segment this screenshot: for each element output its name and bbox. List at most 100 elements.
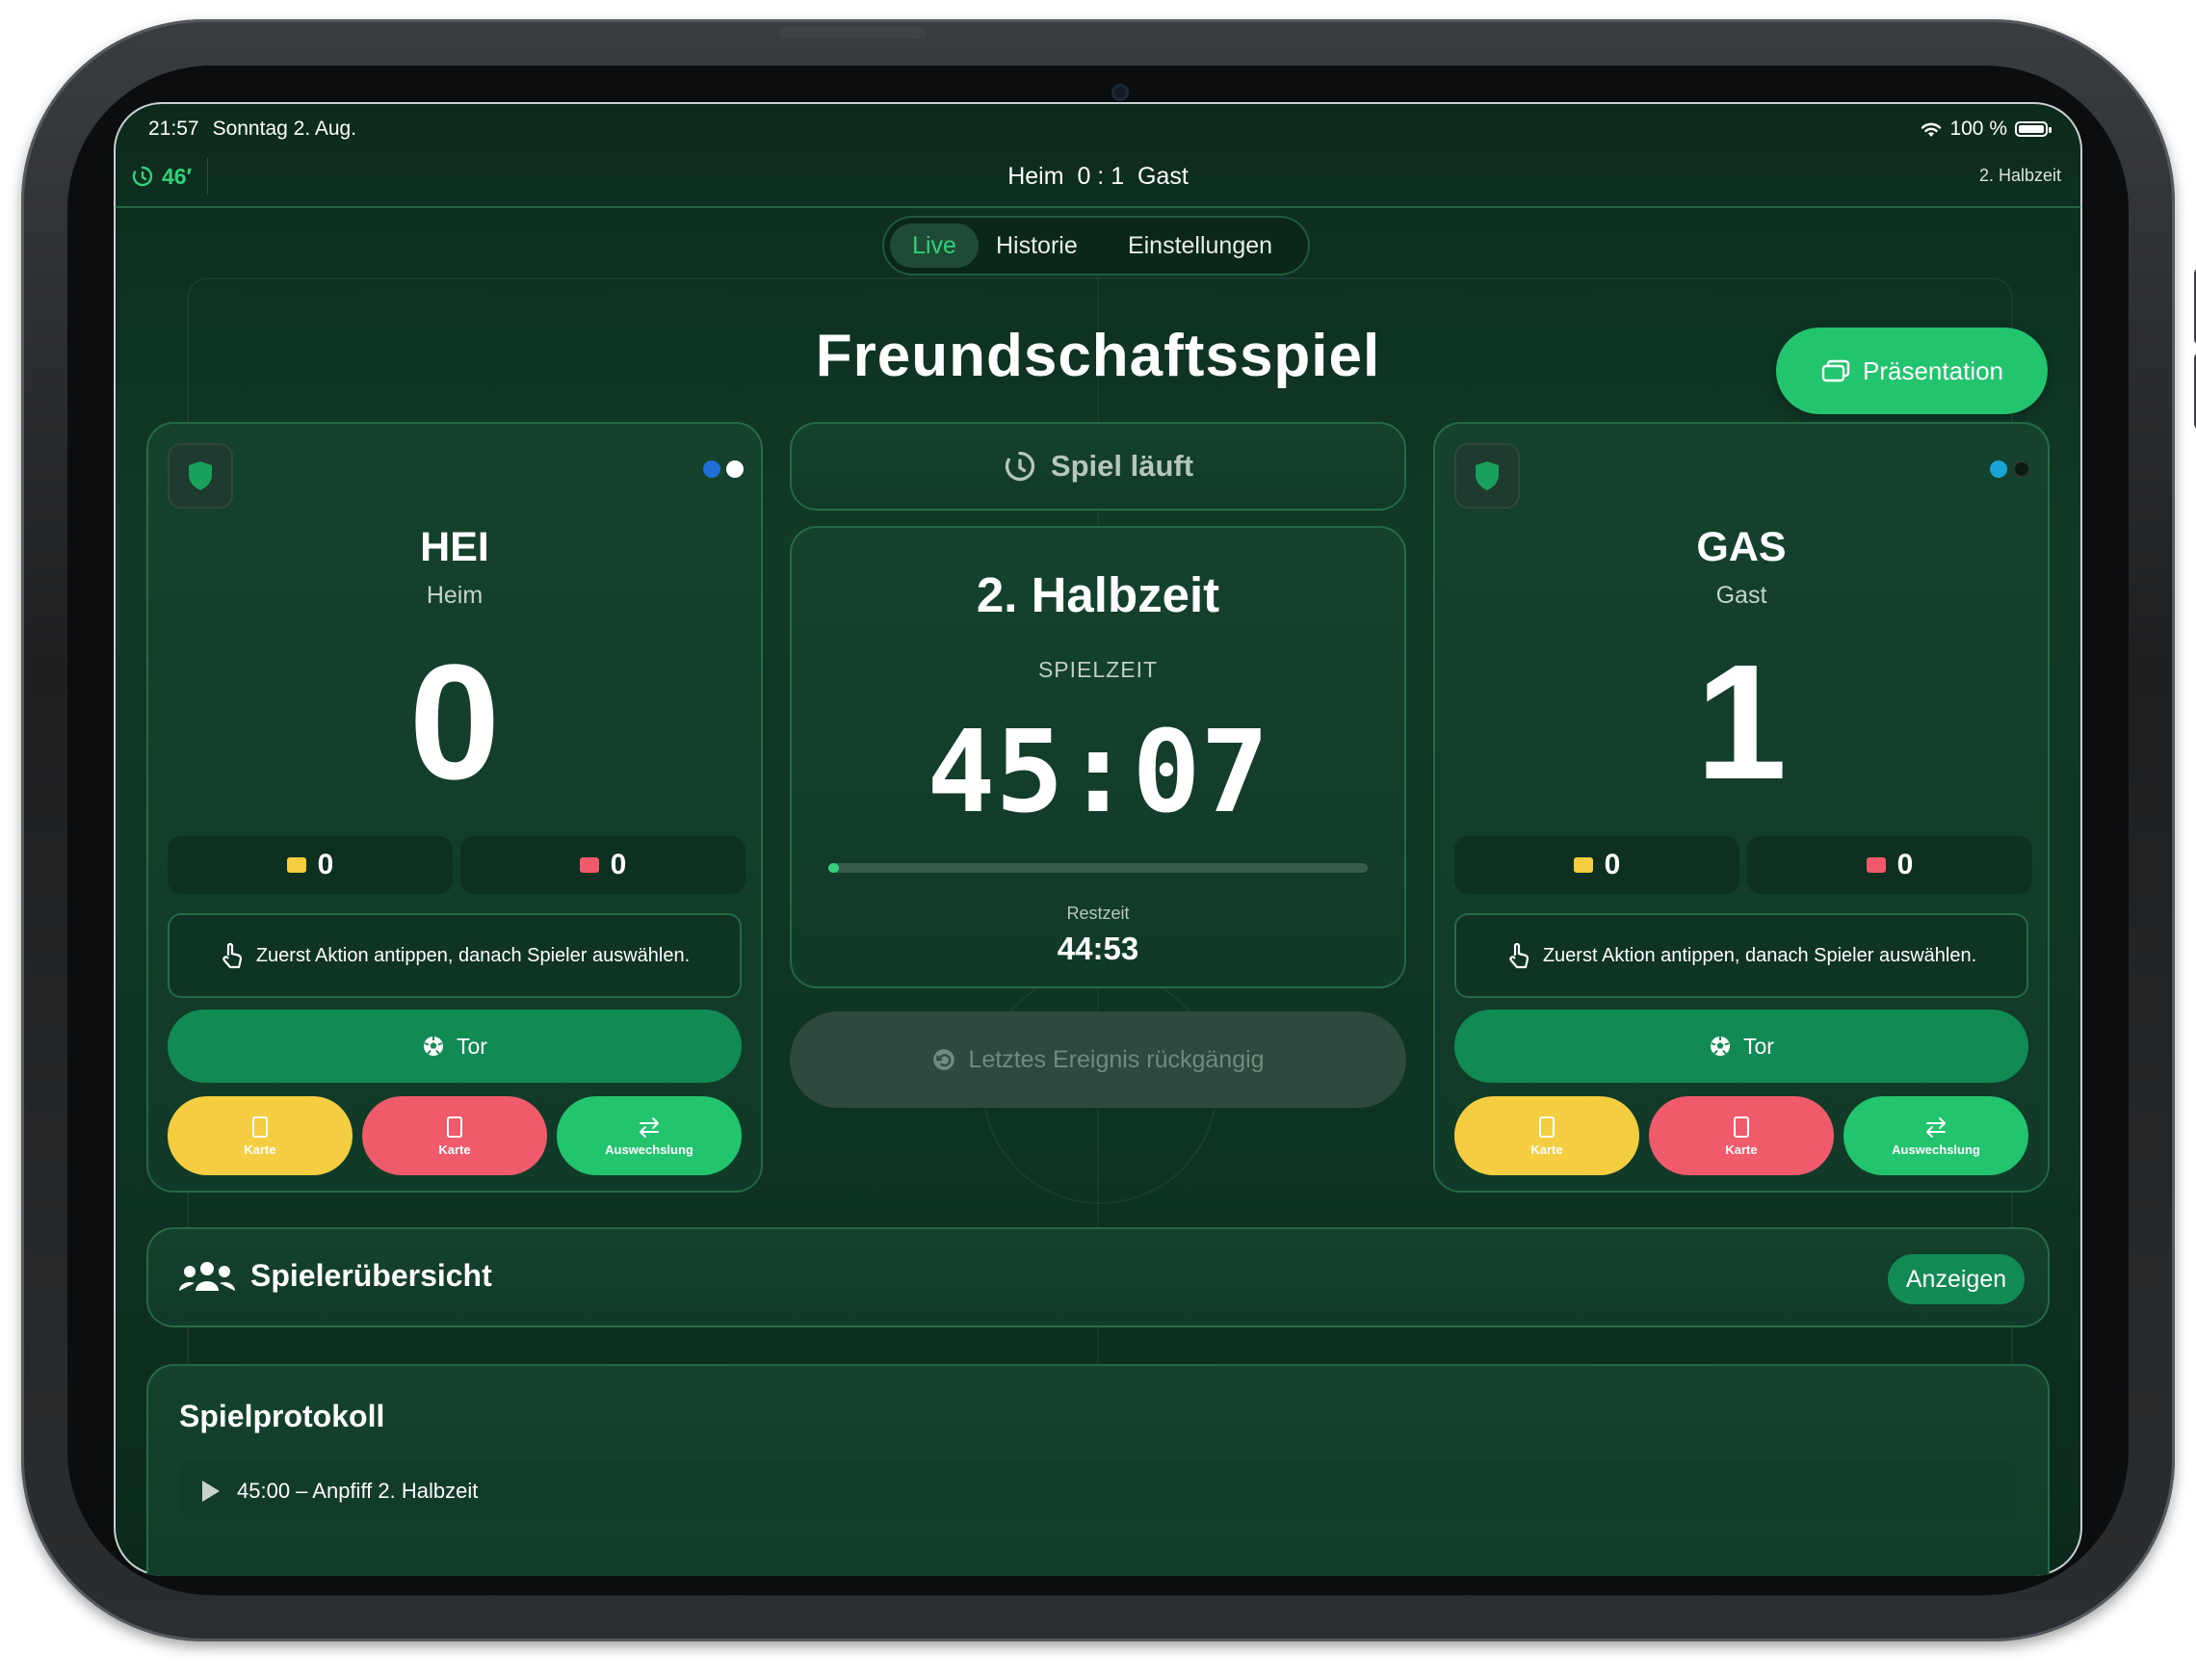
app-screen: 21:57 Sonntag 2. Aug. 100 % 46′ Heim 0 :… [114, 102, 2082, 1576]
player-overview-title: Spielerübersicht [250, 1258, 492, 1293]
tap-icon [222, 942, 242, 969]
soccer-ball-icon [424, 1037, 444, 1056]
home-score: 0 [408, 631, 501, 814]
red-card-icon [1866, 857, 1886, 873]
home-red-count: 0 [460, 836, 745, 894]
battery-icon [2015, 121, 2052, 137]
away-goal-button[interactable]: Tor [1454, 1010, 2028, 1083]
view-tabs: Live Historie Einstellungen [882, 216, 1310, 276]
match-status-card: Spiel läuft [790, 422, 1406, 511]
home-yellow-count: 0 [168, 836, 453, 894]
tap-icon [1509, 942, 1529, 969]
match-clock: 45:07 [927, 705, 1269, 838]
home-goal-label: Tor [457, 1033, 487, 1059]
match-clock-card: 2. Halbzeit SPIELZEIT 45:07 Restzeit 44:… [790, 526, 1406, 988]
undo-icon [933, 1049, 955, 1070]
away-score: 1 [1695, 631, 1788, 814]
remaining-time: 44:53 [1057, 931, 1139, 966]
away-kit-color-primary [1990, 460, 2007, 478]
away-red-value: 0 [1896, 849, 1914, 880]
player-overview-panel: Spielerübersicht Anzeigen [146, 1227, 2050, 1327]
away-team-card: GAS Gast 1 0 0 Zuerst Aktion antippen, d… [1433, 422, 2050, 1193]
home-team-card: HEI Heim 0 0 0 Zuerst Aktion antippen, d… [146, 422, 763, 1193]
protocol-entry-text: 45:00 – Anpfiff 2. Halbzeit [237, 1479, 479, 1503]
tab-historie[interactable]: Historie [996, 223, 1078, 268]
home-crest[interactable] [168, 443, 233, 509]
home-substitution-button[interactable]: Auswechslung [557, 1096, 742, 1175]
home-red-card-button[interactable]: Karte [362, 1096, 547, 1175]
status-date: Sonntag 2. Aug. [212, 118, 357, 140]
front-camera [1111, 84, 1129, 101]
away-yellow-label: Karte [1530, 1142, 1563, 1157]
clock-half: 2. Halbzeit [976, 567, 1220, 622]
home-yellow-card-button[interactable]: Karte [168, 1096, 353, 1175]
home-kit-colors [703, 460, 744, 478]
away-yellow-value: 0 [1604, 849, 1621, 880]
red-card-icon [579, 857, 599, 873]
home-kit-color-secondary [726, 460, 744, 478]
undo-label: Letztes Ereignis rückgängig [968, 1045, 1265, 1073]
clock-label: SPIELZEIT [1037, 657, 1159, 682]
home-goal-button[interactable]: Tor [168, 1010, 742, 1083]
away-name: Gast [1715, 582, 1767, 609]
card-icon [447, 1116, 462, 1138]
home-kit-color-primary [703, 460, 720, 478]
match-status-text: Spiel läuft [1050, 449, 1194, 483]
status-bar: 21:57 Sonntag 2. Aug. 100 % [148, 112, 2052, 146]
away-kit-color-secondary [2013, 460, 2030, 478]
card-icon [1734, 1116, 1749, 1138]
yellow-card-icon [286, 857, 306, 873]
away-goal-label: Tor [1743, 1033, 1774, 1059]
remaining-label: Restzeit [1066, 904, 1130, 923]
half-progress-bar [828, 863, 1368, 873]
home-red-value: 0 [610, 849, 627, 880]
away-red-card-button[interactable]: Karte [1649, 1096, 1834, 1175]
battery-percent: 100 % [1949, 118, 2007, 140]
people-icon [179, 1261, 235, 1291]
home-yellow-label: Karte [244, 1142, 276, 1157]
top-button [778, 27, 927, 39]
away-hint-text: Zuerst Aktion antippen, danach Spieler a… [1542, 944, 1977, 966]
yellow-card-icon [1573, 857, 1593, 873]
away-red-count: 0 [1747, 836, 2032, 894]
away-crest[interactable] [1454, 443, 1520, 509]
away-abbr: GAS [1696, 524, 1787, 570]
protocol-entry[interactable]: 45:00 – Anpfiff 2. Halbzeit [179, 1460, 2017, 1522]
soccer-ball-icon [1711, 1037, 1731, 1056]
card-icon [252, 1116, 268, 1138]
match-header: 46′ Heim 0 : 1 Gast 2. Halbzeit [114, 150, 2082, 208]
presentation-icon [1821, 359, 1850, 382]
half-indicator: 2. Halbzeit [1978, 166, 2061, 185]
away-yellow-card-button[interactable]: Karte [1454, 1096, 1639, 1175]
tab-live[interactable]: Live [890, 223, 979, 268]
home-name: Heim [426, 582, 484, 609]
home-red-label: Karte [438, 1142, 471, 1157]
match-protocol-panel: Spielprotokoll 45:00 – Anpfiff 2. Halbze… [146, 1364, 2050, 1576]
card-icon [1539, 1116, 1555, 1138]
tab-einstellungen[interactable]: Einstellungen [1094, 223, 1306, 268]
timer-icon [1005, 451, 1035, 482]
show-players-button[interactable]: Anzeigen [1888, 1254, 2025, 1304]
away-red-label: Karte [1725, 1142, 1758, 1157]
half-progress-fill [828, 863, 840, 873]
status-time: 21:57 [148, 118, 199, 140]
undo-button[interactable]: Letztes Ereignis rückgängig [790, 1011, 1406, 1108]
home-hint: Zuerst Aktion antippen, danach Spieler a… [168, 913, 742, 998]
protocol-title: Spielprotokoll [179, 1399, 385, 1433]
play-icon [202, 1481, 220, 1502]
match-score-title: Heim 0 : 1 Gast [1007, 163, 1189, 190]
away-hint: Zuerst Aktion antippen, danach Spieler a… [1454, 913, 2028, 998]
away-sub-label: Auswechslung [1892, 1142, 1980, 1157]
shield-icon [189, 461, 212, 490]
swap-arrows-icon [1926, 1116, 1946, 1138]
player-overview-header: Spielerübersicht [177, 1258, 492, 1294]
presentation-button[interactable]: Präsentation [1776, 328, 2048, 414]
away-yellow-count: 0 [1454, 836, 1739, 894]
home-sub-label: Auswechslung [605, 1142, 693, 1157]
away-substitution-button[interactable]: Auswechslung [1843, 1096, 2028, 1175]
home-hint-text: Zuerst Aktion antippen, danach Spieler a… [255, 944, 691, 966]
shield-icon [1476, 461, 1499, 490]
presentation-label: Präsentation [1863, 355, 2003, 385]
swap-arrows-icon [640, 1116, 659, 1138]
away-kit-colors [1990, 460, 2030, 478]
